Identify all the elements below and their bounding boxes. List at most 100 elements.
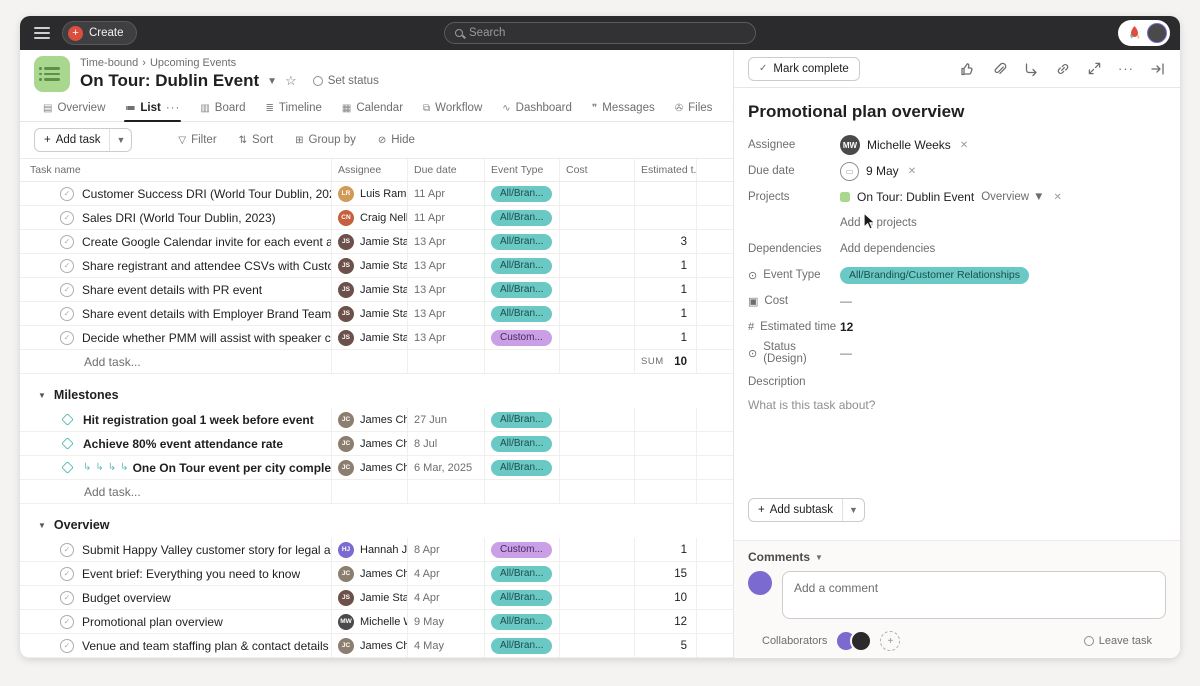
- task-name-cell[interactable]: ✓Customer Success DRI (World Tour Dublin…: [20, 182, 332, 205]
- milestone-diamond-icon[interactable]: [61, 413, 74, 426]
- estimated-cell[interactable]: [635, 456, 697, 479]
- assignee-cell[interactable]: JSJamie Stapl...: [332, 302, 408, 325]
- due-date-cell[interactable]: 4 May: [408, 634, 485, 657]
- estimated-cell[interactable]: 10: [635, 586, 697, 609]
- assignee-cell[interactable]: JCJames Chen: [332, 634, 408, 657]
- star-icon[interactable]: ☆: [285, 73, 297, 89]
- remove-icon[interactable]: ✕: [960, 140, 968, 151]
- tab-dashboard[interactable]: ∿Dashboard: [493, 102, 581, 121]
- assignee-cell[interactable]: JSJamie Stapl...: [332, 278, 408, 301]
- assignee-cell[interactable]: CNCraig Nells: [332, 206, 408, 229]
- cost-cell[interactable]: [560, 302, 635, 325]
- breadcrumb-team[interactable]: Time-bound: [80, 57, 138, 69]
- due-date-cell[interactable]: 13 Apr: [408, 326, 485, 349]
- estimated-cell[interactable]: 1: [635, 538, 697, 561]
- estimated-cell[interactable]: 5: [635, 634, 697, 657]
- due-date-cell[interactable]: 13 Apr: [408, 278, 485, 301]
- link-icon[interactable]: [1055, 61, 1071, 77]
- task-name-cell[interactable]: ✓Venue and team staffing plan & contact …: [20, 634, 332, 657]
- due-date-cell[interactable]: 13 Apr: [408, 230, 485, 253]
- cost-cell[interactable]: [560, 456, 635, 479]
- estimated-cell[interactable]: [635, 432, 697, 455]
- cost-cell[interactable]: [560, 254, 635, 277]
- due-date-cell[interactable]: 4 Apr: [408, 562, 485, 585]
- estimated-cell[interactable]: 15: [635, 562, 697, 585]
- task-name-cell[interactable]: ↳↳↳↳One On Tour event per city complete: [20, 456, 332, 479]
- add-dependencies-link[interactable]: Add dependencies: [840, 243, 935, 255]
- add-task-inline[interactable]: Add task...: [20, 350, 332, 373]
- event-type-cell[interactable]: All/Bran...: [485, 182, 560, 205]
- estimated-cell[interactable]: [635, 206, 697, 229]
- event-type-cell[interactable]: All/Bran...: [485, 432, 560, 455]
- mark-complete-button[interactable]: ✓ Mark complete: [748, 57, 860, 81]
- task-check-icon[interactable]: ✓: [60, 307, 74, 321]
- event-type-cell[interactable]: All/Bran...: [485, 610, 560, 633]
- remove-icon[interactable]: ✕: [908, 166, 916, 177]
- cost-cell[interactable]: [560, 182, 635, 205]
- group-by-button[interactable]: ⊞Group by: [295, 134, 356, 146]
- cost-cell[interactable]: [560, 408, 635, 431]
- add-to-projects-link[interactable]: Add to projects: [840, 217, 917, 229]
- celebration-icon[interactable]: [1127, 25, 1142, 41]
- task-name-cell[interactable]: ✓Share event details with Employer Brand…: [20, 302, 332, 325]
- project-list-icon[interactable]: [34, 56, 70, 92]
- task-name-cell[interactable]: ✓Event brief: Everything you need to kno…: [20, 562, 332, 585]
- task-name-cell[interactable]: ✓Promotional plan overview: [20, 610, 332, 633]
- expand-icon[interactable]: [1087, 61, 1102, 76]
- attachment-icon[interactable]: [991, 61, 1007, 77]
- estimated-cell[interactable]: [635, 408, 697, 431]
- due-date-cell[interactable]: 4 Apr: [408, 586, 485, 609]
- due-date-cell[interactable]: 8 Jul: [408, 432, 485, 455]
- milestone-diamond-icon[interactable]: [61, 437, 74, 450]
- tab-list[interactable]: ≔List···: [116, 102, 189, 121]
- section-header[interactable]: ▼Overview: [20, 512, 733, 538]
- assignee-cell[interactable]: HJHannah Jon...: [332, 538, 408, 561]
- task-name-cell[interactable]: ✓Share event details with PR event: [20, 278, 332, 301]
- project-name[interactable]: On Tour: Dublin Event: [857, 190, 974, 204]
- event-type-cell[interactable]: All/Bran...: [485, 408, 560, 431]
- estimated-cell[interactable]: 1: [635, 326, 697, 349]
- task-check-icon[interactable]: ✓: [60, 567, 74, 581]
- task-name-cell[interactable]: ✓Budget overview: [20, 586, 332, 609]
- estimated-cell[interactable]: 12: [635, 610, 697, 633]
- due-date-cell[interactable]: 13 Apr: [408, 302, 485, 325]
- cost-cell[interactable]: [560, 586, 635, 609]
- section-header[interactable]: ▼Milestones: [20, 382, 733, 408]
- due-date-cell[interactable]: 13 Apr: [408, 254, 485, 277]
- estimated-cell[interactable]: 1: [635, 254, 697, 277]
- due-date-cell[interactable]: 8 Apr: [408, 538, 485, 561]
- search-input[interactable]: Search: [444, 22, 756, 44]
- empty-value[interactable]: —: [840, 294, 852, 308]
- event-type-cell[interactable]: Custom...: [485, 326, 560, 349]
- filter-button[interactable]: ▽Filter: [178, 134, 216, 146]
- assignee-cell[interactable]: JSJamie Stapl...: [332, 254, 408, 277]
- task-name-cell[interactable]: ✓Submit Happy Valley customer story for …: [20, 538, 332, 561]
- task-check-icon[interactable]: ✓: [60, 331, 74, 345]
- tab-files[interactable]: ✇Files: [666, 102, 722, 121]
- due-date-cell[interactable]: 6 Mar, 2025: [408, 456, 485, 479]
- assignee-name[interactable]: Michelle Weeks: [867, 138, 951, 152]
- task-title[interactable]: Promotional plan overview: [734, 88, 1180, 132]
- cost-cell[interactable]: [560, 230, 635, 253]
- task-name-cell[interactable]: ✓Sales DRI (World Tour Dublin, 2023): [20, 206, 332, 229]
- event-type-cell[interactable]: All/Bran...: [485, 634, 560, 657]
- event-type-cell[interactable]: All/Bran...: [485, 302, 560, 325]
- task-check-icon[interactable]: ✓: [60, 187, 74, 201]
- task-check-icon[interactable]: ✓: [60, 235, 74, 249]
- due-date-cell[interactable]: 11 Apr: [408, 182, 485, 205]
- calendar-icon[interactable]: ▭: [840, 162, 859, 181]
- assignee-cell[interactable]: LRLuis Ramirez: [332, 182, 408, 205]
- cost-cell[interactable]: [560, 326, 635, 349]
- milestone-diamond-icon[interactable]: [61, 461, 74, 474]
- event-type-pill[interactable]: All/Branding/Customer Relationships: [840, 267, 1029, 284]
- tab-overview[interactable]: ▤Overview: [34, 102, 114, 121]
- remove-icon[interactable]: ✕: [1054, 192, 1062, 203]
- task-name-cell[interactable]: Achieve 80% event attendance rate: [20, 432, 332, 455]
- event-type-cell[interactable]: All/Bran...: [485, 562, 560, 585]
- hide-button[interactable]: ⊘Hide: [378, 134, 415, 146]
- description-input[interactable]: What is this task about?: [734, 388, 1180, 498]
- cost-cell[interactable]: [560, 206, 635, 229]
- event-type-cell[interactable]: All/Bran...: [485, 206, 560, 229]
- assignee-cell[interactable]: JCJames Chen: [332, 408, 408, 431]
- assignee-cell[interactable]: MWMichelle We...: [332, 610, 408, 633]
